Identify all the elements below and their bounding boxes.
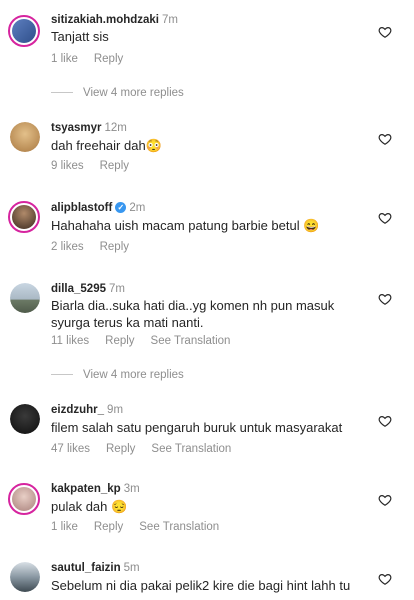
see-translation-button[interactable]: See Translation: [139, 521, 219, 533]
avatar[interactable]: [10, 562, 40, 592]
view-replies-button[interactable]: View 4 more replies: [51, 369, 184, 381]
heart-outline-icon[interactable]: [378, 414, 392, 428]
like-count[interactable]: 1 like: [51, 521, 78, 533]
comment-text: dah freehair dah😳: [51, 138, 162, 153]
heart-outline-icon[interactable]: [378, 211, 392, 225]
heart-outline-icon[interactable]: [378, 292, 392, 306]
avatar[interactable]: [8, 201, 40, 233]
comment-username[interactable]: sautul_faizin 5m: [51, 562, 140, 574]
reply-button[interactable]: Reply: [94, 53, 123, 65]
comment-text: Tanjatt sis: [51, 29, 109, 44]
comment-time: 7m: [108, 283, 125, 295]
avatar[interactable]: [8, 483, 40, 515]
comment-username[interactable]: alipblastoff ✓ 2m: [51, 202, 145, 214]
verified-badge-icon: ✓: [115, 202, 127, 213]
heart-outline-icon[interactable]: [378, 132, 392, 146]
comment-username[interactable]: kakpaten_kp 3m: [51, 483, 140, 495]
comment-username[interactable]: eizdzuhr_ 9m: [51, 404, 123, 416]
comment-time: 7m: [162, 14, 178, 26]
comment-time: 9m: [107, 404, 124, 416]
comment-text: Biarla dia..suka hati dia..yg komen nh p…: [51, 298, 335, 330]
comment-text: filem salah satu pengaruh buruk untuk ma…: [51, 420, 343, 435]
reply-button[interactable]: Reply: [100, 241, 129, 253]
reply-button[interactable]: Reply: [106, 443, 135, 455]
like-count[interactable]: 2 likes: [51, 241, 84, 253]
heart-outline-icon[interactable]: [378, 493, 392, 507]
comment-time: 3m: [123, 483, 140, 495]
like-count[interactable]: 47 likes: [51, 443, 90, 455]
avatar[interactable]: [10, 283, 40, 313]
heart-outline-icon[interactable]: [378, 25, 392, 39]
comment-text: Sebelum ni dia pakai pelik2 kire die bag…: [51, 578, 351, 593]
heart-outline-icon[interactable]: [378, 572, 392, 586]
comment-username[interactable]: sitizakiah.mohdzaki 7m: [51, 14, 178, 26]
comment-username[interactable]: tsyasmyr 12m: [51, 122, 127, 134]
see-translation-button[interactable]: See Translation: [151, 335, 231, 347]
comment-text: Hahahaha uish macam patung barbie betul …: [51, 218, 320, 233]
avatar[interactable]: [10, 404, 40, 434]
like-count[interactable]: 11 likes: [51, 335, 89, 347]
reply-button[interactable]: Reply: [105, 335, 134, 347]
comment-time: 12m: [104, 122, 127, 134]
comment-username[interactable]: dilla_5295 7m: [51, 283, 125, 295]
divider: [51, 374, 73, 376]
avatar[interactable]: [10, 122, 40, 152]
divider: [51, 92, 73, 94]
avatar[interactable]: [8, 15, 40, 47]
comment-time: 5m: [123, 562, 140, 574]
see-translation-button[interactable]: See Translation: [151, 443, 231, 455]
comment-time: 2m: [129, 202, 146, 214]
comment-text: pulak dah 😔: [51, 499, 128, 514]
reply-button[interactable]: Reply: [100, 160, 129, 172]
view-replies-button[interactable]: View 4 more replies: [51, 87, 184, 99]
like-count[interactable]: 9 likes: [51, 160, 84, 172]
like-count[interactable]: 1 like: [51, 53, 78, 65]
reply-button[interactable]: Reply: [94, 521, 123, 533]
